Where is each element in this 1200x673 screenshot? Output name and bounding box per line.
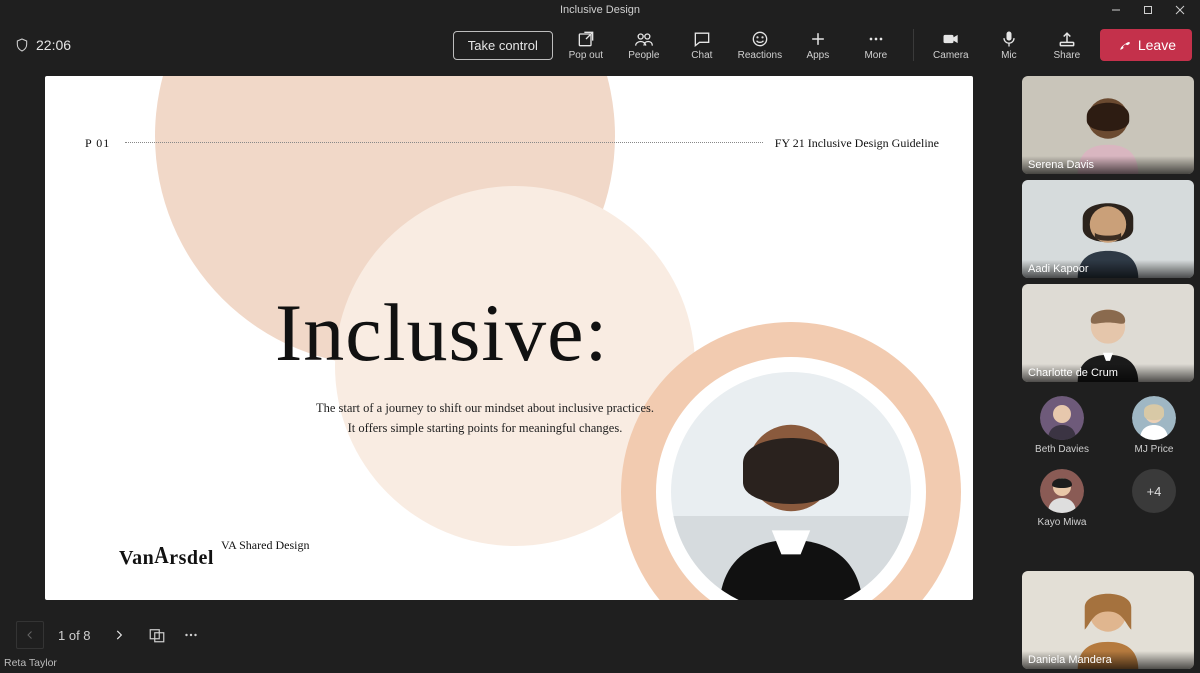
participant-name: Aadi Kapoor xyxy=(1022,260,1194,278)
camera-button[interactable]: Camera xyxy=(926,21,976,69)
slide-counter: 1 of 8 xyxy=(58,628,91,643)
prev-slide-button[interactable] xyxy=(16,621,44,649)
chat-icon xyxy=(692,29,712,49)
share-icon xyxy=(1057,29,1077,49)
more-button[interactable]: More xyxy=(851,21,901,69)
titlebar: Inclusive Design xyxy=(0,0,1200,20)
meeting-toolbar: 22:06 Take control Pop out People Chat R… xyxy=(0,20,1200,70)
window-maximize[interactable] xyxy=(1132,0,1164,20)
more-icon xyxy=(182,626,200,644)
window-title: Inclusive Design xyxy=(560,4,640,16)
slide-headline: Inclusive: xyxy=(275,286,608,380)
mic-button[interactable]: Mic xyxy=(984,21,1034,69)
presenter-caption: Reta Taylor xyxy=(0,657,1018,673)
slide-photo xyxy=(671,372,911,600)
participant-name: Beth Davies xyxy=(1035,444,1089,455)
shared-slide: P 01 FY 21 Inclusive Design Guideline In… xyxy=(45,76,973,600)
leave-icon xyxy=(1116,37,1132,53)
share-button[interactable]: Share xyxy=(1042,21,1092,69)
self-tile[interactable]: Daniela Mandera xyxy=(1022,571,1194,669)
popout-icon xyxy=(576,29,596,49)
overflow-avatar[interactable]: +4 xyxy=(1132,469,1176,513)
participant-name: Charlotte de Crum xyxy=(1022,364,1194,382)
slide-more-button[interactable] xyxy=(181,625,201,645)
chat-button[interactable]: Chat xyxy=(677,21,727,69)
gallery-view-button[interactable] xyxy=(147,625,167,645)
people-icon xyxy=(634,29,654,49)
participant-tile[interactable]: Charlotte de Crum xyxy=(1022,284,1194,382)
next-slide-button[interactable] xyxy=(105,621,133,649)
participant-name: Serena Davis xyxy=(1022,156,1194,174)
window-close[interactable] xyxy=(1164,0,1196,20)
participant-avatar[interactable] xyxy=(1132,396,1176,440)
participant-name: Daniela Mandera xyxy=(1022,651,1194,669)
chevron-right-icon xyxy=(112,628,126,642)
reactions-button[interactable]: Reactions xyxy=(735,21,785,69)
slide-logo: VanArsdel xyxy=(119,547,214,570)
chevron-left-icon xyxy=(24,629,36,641)
reactions-icon xyxy=(750,29,770,49)
slide-subtext: The start of a journey to shift our mind… xyxy=(275,398,695,438)
camera-icon xyxy=(941,29,961,49)
more-icon xyxy=(866,29,886,49)
participant-tile[interactable]: Aadi Kapoor xyxy=(1022,180,1194,278)
popout-button[interactable]: Pop out xyxy=(561,21,611,69)
shield-icon xyxy=(14,37,30,53)
slide-dotline xyxy=(125,142,763,143)
participant-tile[interactable]: Serena Davis xyxy=(1022,76,1194,174)
apps-button[interactable]: Apps xyxy=(793,21,843,69)
gallery-icon xyxy=(148,626,166,644)
slide-guideline: FY 21 Inclusive Design Guideline xyxy=(775,136,939,151)
people-button[interactable]: People xyxy=(619,21,669,69)
slide-page-marker: P 01 xyxy=(85,136,110,151)
participant-name: Kayo Miwa xyxy=(1038,517,1087,528)
stage-column: P 01 FY 21 Inclusive Design Guideline In… xyxy=(0,70,1018,673)
leave-button[interactable]: Leave xyxy=(1100,29,1192,61)
mic-icon xyxy=(999,29,1019,49)
meeting-timer: 22:06 xyxy=(14,37,71,53)
participant-name: MJ Price xyxy=(1135,444,1174,455)
participant-avatar[interactable] xyxy=(1040,469,1084,513)
slide-nav: 1 of 8 xyxy=(0,613,1018,657)
participant-avatar[interactable] xyxy=(1040,396,1084,440)
take-control-button[interactable]: Take control xyxy=(453,31,553,60)
participants-panel: Serena Davis Aadi Kapoor xyxy=(1018,70,1200,673)
window-minimize[interactable] xyxy=(1100,0,1132,20)
slide-brand-line: VA Shared Design xyxy=(221,538,309,553)
plus-icon xyxy=(808,29,828,49)
